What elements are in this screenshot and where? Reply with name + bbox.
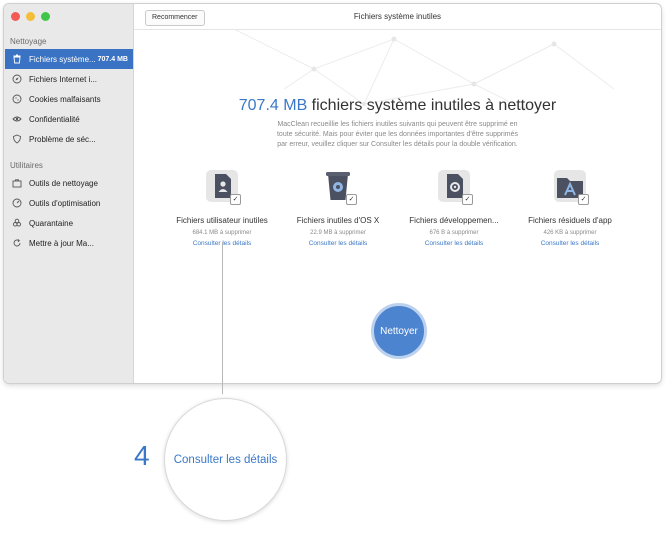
compass-icon [12,74,22,84]
sidebar-item-internet-junk[interactable]: Fichiers Internet i... [5,69,133,89]
section-label-cleaning: Nettoyage [10,37,47,46]
refresh-icon [12,238,22,248]
minimize-window-button[interactable] [26,12,35,21]
category-size: 684.1 MB à supprimer [192,230,252,236]
sidebar-item-label: Quarantaine [29,218,74,228]
user-file-icon: ✓ [204,168,241,205]
category-app-leftovers: ✓ Fichiers résiduels d'app 426 KB à supp… [515,168,625,247]
summary-description: MacClean recueillie les fichiers inutile… [276,121,519,148]
category-name: Fichiers inutiles d'OS X [296,216,380,225]
sidebar-item-cleaning-tools[interactable]: Outils de nettoyage [5,173,133,193]
section-label-utilities: Utilitaires [10,161,43,170]
category-checkbox[interactable]: ✓ [578,194,589,205]
main-panel: Recommencer Fichiers système inutiles 70… [134,4,661,383]
summary-headline: 707.4 MB fichiers système inutiles à net… [134,97,661,115]
category-name: Fichiers résiduels d'app [528,216,612,225]
trash-icon [12,54,22,64]
sidebar-item-label: Problème de séc... [29,134,96,144]
category-name: Fichiers développemen... [409,216,499,225]
sidebar-item-optimization[interactable]: Outils d'optimisation [5,193,133,213]
category-size: 426 KB à supprimer [543,230,597,236]
sidebar-item-label: Mettre à jour Ma... [29,238,94,248]
close-window-button[interactable] [11,12,20,21]
category-size: 22.9 MB à supprimer [310,230,366,236]
biohazard-icon [12,218,22,228]
category-checkbox[interactable]: ✓ [346,194,357,205]
category-name: Fichiers utilisateur inutiles [176,216,268,225]
sidebar-item-label: Fichiers Internet i... [29,74,98,84]
gauge-icon [12,198,22,208]
clean-button[interactable]: Nettoyer [371,303,427,359]
step-number: 4 [134,440,150,471]
sidebar-item-system-junk[interactable]: Fichiers système... 707.4 MB [5,49,133,69]
category-osx-junk: ✓ Fichiers inutiles d'OS X 22.9 MB à sup… [283,168,393,247]
sidebar-item-size: 707.4 MB [97,55,128,63]
cookie-icon [12,94,22,104]
category-checkbox[interactable]: ✓ [462,194,473,205]
briefcase-icon [12,178,22,188]
category-size: 676 B à supprimer [429,230,479,236]
sidebar-item-label: Confidentialité [29,114,80,124]
zoom-window-button[interactable] [41,12,50,21]
junk-total-size: 707.4 MB [238,97,308,114]
app-folder-icon: ✓ [552,168,589,205]
gear-file-icon: ✓ [436,168,473,205]
app-window: Nettoyage Fichiers système... 707.4 MB F… [4,4,661,383]
category-user-junk: ✓ Fichiers utilisateur inutiles 684.1 MB… [167,168,277,247]
sidebar-item-label: Outils de nettoyage [29,178,98,188]
titlebar: Recommencer Fichiers système inutiles [134,4,661,30]
os-trash-icon: ✓ [320,168,357,205]
sidebar-item-cookies[interactable]: Cookies malfaisants [5,89,133,109]
callout-view-details-text: Consulter les détails [173,453,278,466]
callout-magnifier: Consulter les détails [164,398,287,521]
sidebar-item-label: Outils d'optimisation [29,198,101,208]
view-details-link[interactable]: Consulter les détails [399,240,509,247]
sidebar: Nettoyage Fichiers système... 707.4 MB F… [4,4,134,383]
callout-leader-line [222,242,223,394]
shield-icon [12,134,22,144]
headline-text: fichiers système inutiles à nettoyer [307,97,557,114]
sidebar-item-label: Cookies malfaisants [29,94,101,104]
sidebar-item-update[interactable]: Mettre à jour Ma... [5,233,133,253]
sidebar-item-quarantine[interactable]: Quarantaine [5,213,133,233]
window-title: Fichiers système inutiles [353,12,442,21]
sidebar-item-security[interactable]: Problème de séc... [5,129,133,149]
category-developer-junk: ✓ Fichiers développemen... 676 B à suppr… [399,168,509,247]
eye-icon [12,114,22,124]
view-details-link[interactable]: Consulter les détails [283,240,393,247]
category-checkbox[interactable]: ✓ [230,194,241,205]
sidebar-item-privacy[interactable]: Confidentialité [5,109,133,129]
window-controls [11,12,50,21]
sidebar-item-label: Fichiers système... [29,54,96,64]
view-details-link[interactable]: Consulter les détails [515,240,625,247]
